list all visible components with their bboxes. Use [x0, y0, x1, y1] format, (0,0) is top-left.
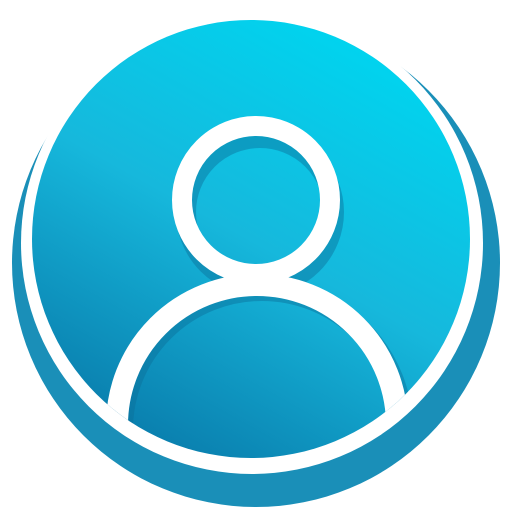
user-avatar-icon — [10, 10, 502, 507]
avatar-icon-stage — [0, 0, 512, 512]
